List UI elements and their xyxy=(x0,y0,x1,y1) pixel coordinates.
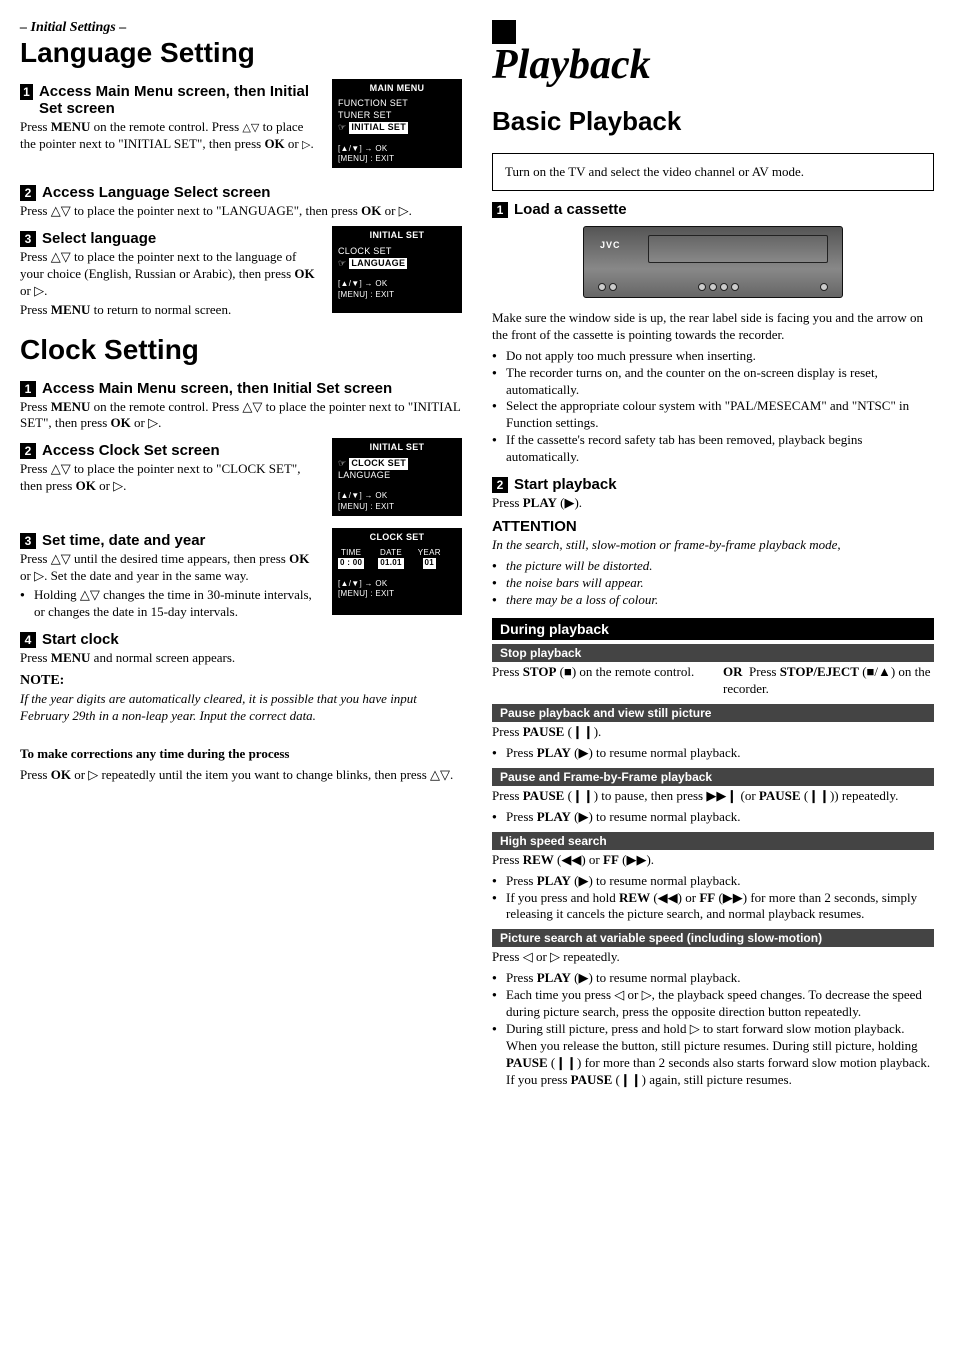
step-title: Access Main Menu screen, then Initial Se… xyxy=(39,83,322,117)
list-item: Press PLAY (▶) to resume normal playback… xyxy=(492,970,934,987)
sub-bar: High speed search xyxy=(492,832,934,850)
note-heading: NOTE: xyxy=(20,673,462,689)
body: Press ◁ or ▷ repeatedly. xyxy=(492,949,934,966)
list-item: During still picture, press and hold ▷ t… xyxy=(492,1021,934,1089)
body: Press PAUSE (❙❙). xyxy=(492,724,934,741)
pointer-icon: ☞ xyxy=(338,122,346,134)
step-body: Make sure the window side is up, the rea… xyxy=(492,310,934,344)
step-title: Access Language Select screen xyxy=(42,184,270,201)
step-number: 4 xyxy=(20,632,36,648)
heading-basic-playback: Basic Playback xyxy=(492,106,934,137)
step-number: 2 xyxy=(20,443,36,459)
left-column: – Initial Settings – Language Setting 1 … xyxy=(20,20,462,1091)
step-body: Press MENU on the remote control. Press … xyxy=(20,399,462,433)
step-body: Press △▽ to place the pointer next to th… xyxy=(20,249,322,300)
step-body: Press PLAY (▶). xyxy=(492,495,934,512)
list-item: If the cassette's record safety tab has … xyxy=(492,432,934,466)
step-body: Press MENU on the remote control. Press … xyxy=(20,119,322,153)
vcr-illustration: JVC xyxy=(583,226,843,298)
step-title: Start clock xyxy=(42,631,119,648)
section-marker-icon xyxy=(492,20,516,44)
step-body: Press △▽ to place the pointer next to "L… xyxy=(20,203,462,220)
list-item: Select the appropriate colour system wit… xyxy=(492,398,934,432)
list-item: If you press and hold REW (◀◀) or FF (▶▶… xyxy=(492,890,934,924)
list-item: there may be a loss of colour. xyxy=(492,592,934,609)
right-column: Playback Basic Playback Turn on the TV a… xyxy=(492,20,934,1091)
step-title: Access Main Menu screen, then Initial Se… xyxy=(42,380,392,397)
list-item: the picture will be distorted. xyxy=(492,558,934,575)
info-box: Turn on the TV and select the video chan… xyxy=(492,153,934,191)
corrections-body: Press OK or ▷ repeatedly until the item … xyxy=(20,767,462,784)
corrections-heading: To make corrections any time during the … xyxy=(20,746,462,763)
list-item: The recorder turns on, and the counter o… xyxy=(492,365,934,399)
pointer-icon: ☞ xyxy=(338,458,346,470)
heading-clock-setting: Clock Setting xyxy=(20,335,462,366)
pointer-icon: ☞ xyxy=(338,258,346,270)
step-number: 3 xyxy=(20,231,36,247)
osd-clock-set: CLOCK SET TIME0 : 00 DATE01.01 YEAR01 [▲… xyxy=(332,528,462,615)
step-number: 1 xyxy=(20,381,36,397)
sub-bar: Pause and Frame-by-Frame playback xyxy=(492,768,934,786)
attention-heading: ATTENTION xyxy=(492,518,934,535)
list-item: Press PLAY (▶) to resume normal playback… xyxy=(492,745,934,762)
step-number: 2 xyxy=(20,185,36,201)
step-body: Press MENU to return to normal screen. xyxy=(20,302,322,319)
list-item: the noise bars will appear. xyxy=(492,575,934,592)
list-item: Holding △▽ changes the time in 30-minute… xyxy=(20,587,322,621)
step-number: 1 xyxy=(492,202,508,218)
list-item: Press PLAY (▶) to resume normal playback… xyxy=(492,873,934,890)
heading-playback: Playback xyxy=(492,44,934,86)
attention-lead: In the search, still, slow-motion or fra… xyxy=(492,537,934,554)
breadcrumb: – Initial Settings – xyxy=(20,20,462,36)
note-body: If the year digits are automatically cle… xyxy=(20,691,462,725)
osd-initial-set: INITIAL SET CLOCK SET ☞LANGUAGE [▲/▼] → … xyxy=(332,226,462,313)
step-number: 1 xyxy=(20,84,33,100)
step-title: Start playback xyxy=(514,476,617,493)
step-body: Press △▽ until the desired time appears,… xyxy=(20,551,322,585)
section-bar: During playback xyxy=(492,618,934,640)
osd-initial-set-2: INITIAL SET ☞CLOCK SET LANGUAGE [▲/▼] → … xyxy=(332,438,462,516)
step-title: Select language xyxy=(42,230,156,247)
updown-icon: △▽ xyxy=(242,121,259,135)
step-title: Access Clock Set screen xyxy=(42,442,220,459)
sub-bar: Pause playback and view still picture xyxy=(492,704,934,722)
step-number: 2 xyxy=(492,477,508,493)
step-number: 3 xyxy=(20,533,36,549)
body: Press PAUSE (❙❙) to pause, then press ▶▶… xyxy=(492,788,934,805)
step-title: Load a cassette xyxy=(514,201,627,218)
body: Press STOP (■) on the remote control. xyxy=(492,664,703,698)
body: OR Press STOP/EJECT (■/▲) on the recorde… xyxy=(723,664,934,698)
heading-language-setting: Language Setting xyxy=(20,38,462,69)
step-body: Press △▽ to place the pointer next to "C… xyxy=(20,461,322,495)
body: Press REW (◀◀) or FF (▶▶). xyxy=(492,852,934,869)
list-item: Each time you press ◁ or ▷, the playback… xyxy=(492,987,934,1021)
osd-main-menu: MAIN MENU FUNCTION SET TUNER SET ☞INITIA… xyxy=(332,79,462,169)
list-item: Press PLAY (▶) to resume normal playback… xyxy=(492,809,934,826)
step-body: Press MENU and normal screen appears. xyxy=(20,650,462,667)
list-item: Do not apply too much pressure when inse… xyxy=(492,348,934,365)
sub-bar: Stop playback xyxy=(492,644,934,662)
step-title: Set time, date and year xyxy=(42,532,205,549)
sub-bar: Picture search at variable speed (includ… xyxy=(492,929,934,947)
